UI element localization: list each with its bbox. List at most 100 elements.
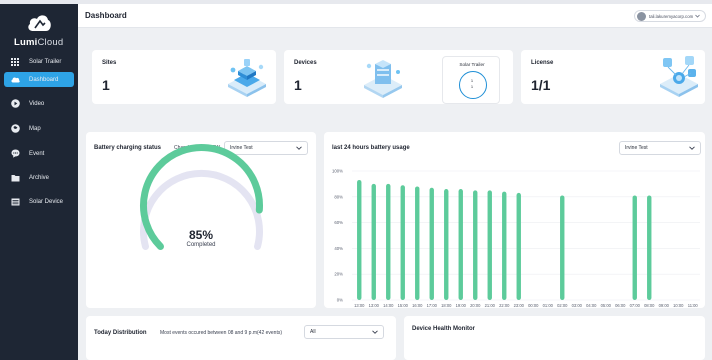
sites-illustration-icon [228,59,266,97]
sidebar-item-label: Solar Device [29,198,64,205]
solar-trailer-count-top: 1 [470,78,474,83]
x-tick-label: 22:00 [499,303,510,308]
sidebar-item-solar-device[interactable]: Solar Device [4,194,74,209]
page-title: Dashboard [85,11,127,20]
battery-gauge [140,144,263,251]
sites-label: Sites [102,60,117,66]
battery-usage-card: last 24 hours battery usage Irvine Test … [324,132,705,308]
cloud-icon [10,75,20,85]
x-tick-label: 23:00 [514,303,525,308]
cloud-logo-icon [28,15,51,31]
license-illustration-icon [660,56,698,97]
x-tick-label: 13:00 [369,303,380,308]
x-tick-label: 01:00 [543,303,554,308]
device-health-title: Device Health Monitor [412,326,476,332]
x-tick-label: 19:00 [456,303,467,308]
brand-logo[interactable]: LumiCloud [10,12,68,50]
solar-trailer-ring: 1 1 [459,71,487,99]
today-distribution-card: Today Distribution Most events occured b… [86,316,396,360]
y-tick-label: 60% [334,220,343,225]
x-tick-label: 10:00 [673,303,684,308]
x-tick-label: 14:00 [383,303,394,308]
battery-status-text: Completed [186,242,216,248]
battery-usage-chart: 0%20%40%60%80%100%13:00 13:00 14:00 15:00 16… [332,169,700,308]
y-tick-label: 100% [332,169,343,174]
x-tick-label: 08:00 [644,303,655,308]
sidebar-item-solar-trailer[interactable]: Solar Trailer [4,54,74,69]
x-tick-label: 13:00 [354,303,365,308]
sites-card[interactable]: Sites 1 [92,50,276,104]
x-tick-label: 15:00 [398,303,409,308]
y-tick-label: 0% [337,298,343,303]
solar-trailer-count-bottom: 1 [470,84,474,89]
chart-bar [415,186,420,300]
sidebar-item-label: Solar Trailer [29,58,62,65]
map-icon [10,124,20,134]
devices-illustration-icon [364,60,402,98]
y-tick-label: 80% [334,194,343,199]
user-menu[interactable]: tali.lakuremyacorp.com [634,10,706,22]
x-tick-label: 06:00 [615,303,626,308]
sidebar-item-label: Dashboard [29,76,59,83]
devices-card[interactable]: Devices 1 Solar Trailer 1 1 [284,50,513,104]
battery-status-card: Battery charging status Charging Power: … [86,132,316,308]
x-tick-label: 05:00 [601,303,612,308]
chat-icon [10,149,20,159]
sidebar-item-label: Archive [29,174,50,181]
license-value: 1/1 [531,77,551,93]
folder-icon [10,173,20,183]
app-root: LumiCloud Solar Trailer Dashboard Video … [0,0,712,360]
chart-bar [647,195,652,300]
x-tick-label: 16:00 [412,303,423,308]
solar-trailer-mini-card[interactable]: Solar Trailer 1 1 [442,56,500,104]
device-health-card: Device Health Monitor [404,316,705,360]
user-email: tali.lakuremyacorp.com [649,13,694,19]
today-distribution-title: Today Distribution [94,330,147,336]
sidebar-item-label: Map [29,125,41,132]
x-tick-label: 20:00 [470,303,481,308]
chart-bar [502,191,507,300]
distribution-filter-select[interactable]: All [304,325,384,339]
chart-bar [400,185,405,300]
chevron-down-icon [695,14,700,18]
sidebar-item-archive[interactable]: Archive [4,170,74,185]
brand-name: LumiCloud [14,37,64,48]
sites-value: 1 [102,77,110,93]
sidebar-item-map[interactable]: Map [4,121,74,136]
devices-value: 1 [294,77,302,93]
sidebar: LumiCloud Solar Trailer Dashboard Video … [0,4,78,360]
chart-bar [458,189,463,300]
x-tick-label: 18:00 [441,303,452,308]
x-tick-label: 00:00 [528,303,539,308]
chart-bar [632,195,637,300]
x-tick-label: 03:00 [572,303,583,308]
x-tick-label: 02:00 [557,303,568,308]
chevron-down-icon [372,330,378,334]
x-tick-label: 11:00 [688,303,699,308]
distribution-filter-value: All [310,329,316,335]
sidebar-item-dashboard[interactable]: Dashboard [4,72,74,87]
chart-bar [371,183,376,300]
sidebar-item-event[interactable]: Event [4,146,74,161]
solar-trailer-title: Solar Trailer [459,62,485,67]
list-icon [10,197,20,207]
chart-bar [357,180,362,300]
play-icon [10,99,20,109]
chart-bar [444,189,449,300]
grid-icon [10,57,20,67]
license-label: License [531,60,554,66]
chart-bar [429,187,434,300]
chart-bar [473,190,478,300]
chart-bar [386,183,391,300]
sidebar-item-video[interactable]: Video [4,96,74,111]
avatar [637,11,646,21]
chart-bar [516,192,521,300]
x-tick-label: 07:00 [630,303,641,308]
x-tick-label: 21:00 [485,303,496,308]
sidebar-item-label: Video [29,100,45,107]
x-tick-label: 09:00 [659,303,670,308]
sidebar-item-label: Event [29,150,45,157]
chart-bar [560,195,565,300]
license-card[interactable]: License 1/1 [521,50,705,104]
x-tick-label: 17:00 [427,303,438,308]
